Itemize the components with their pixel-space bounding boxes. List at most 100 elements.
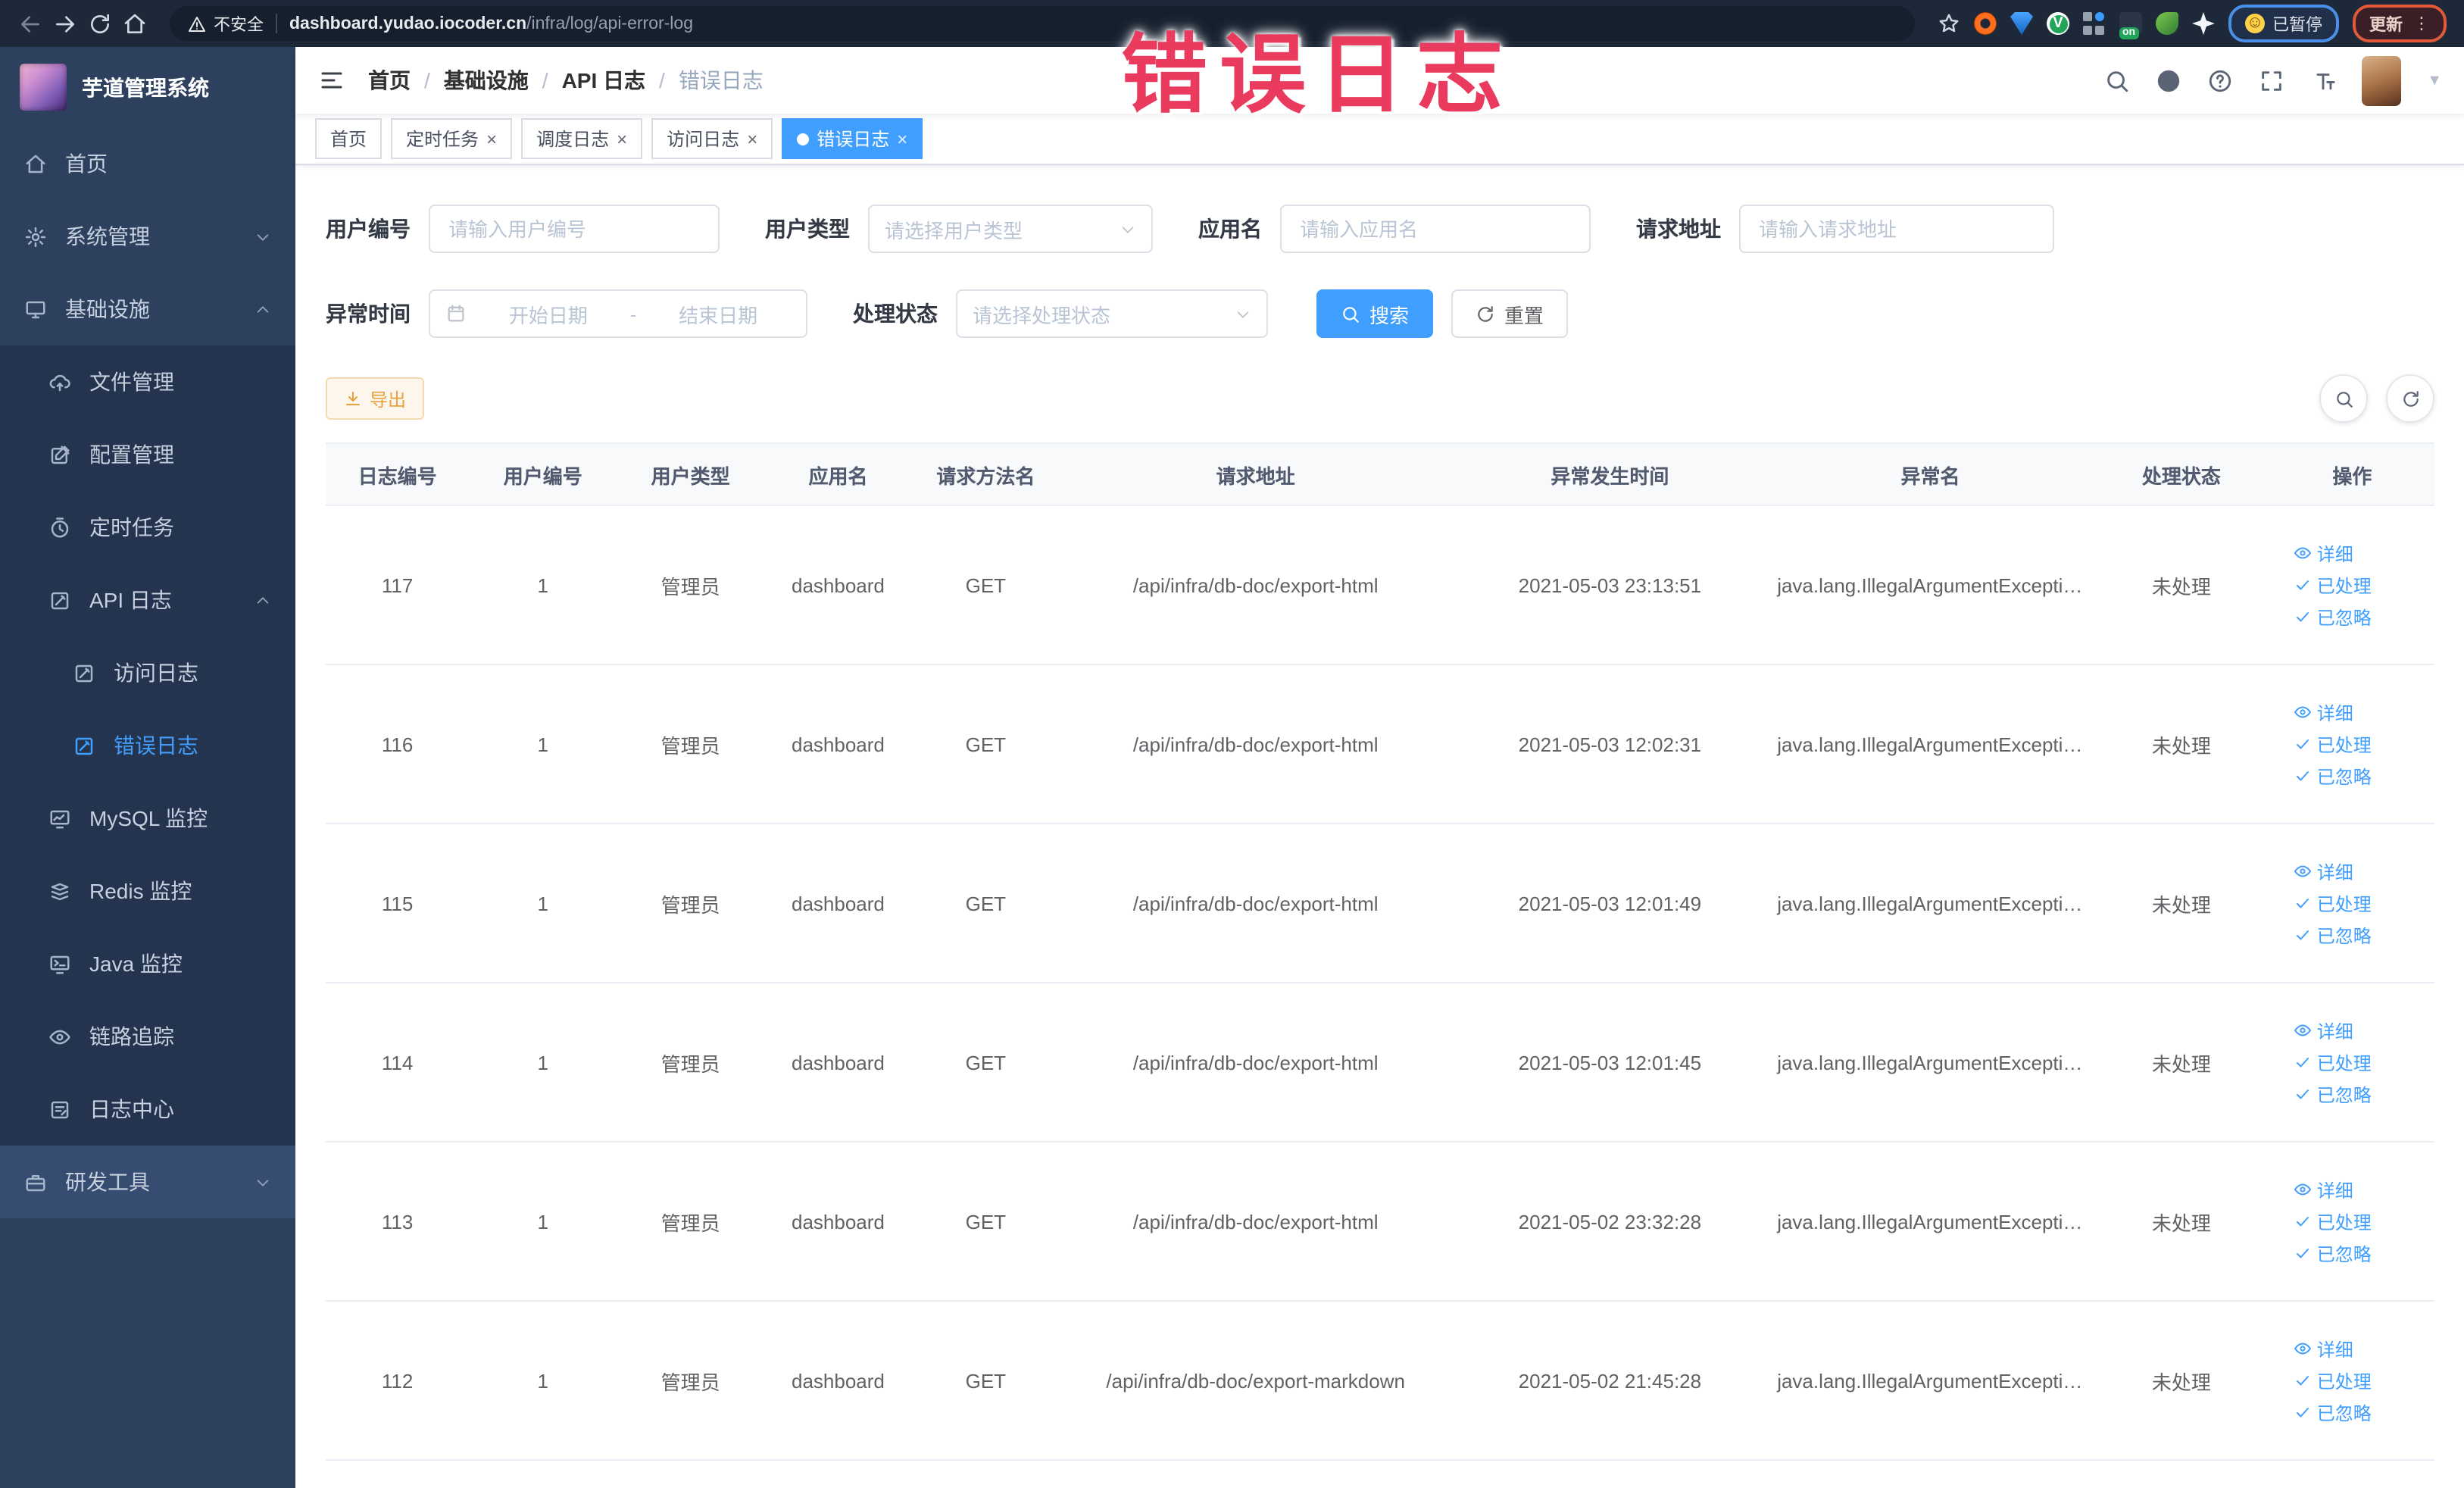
- tab-access-log[interactable]: 访问日志 ×: [651, 118, 773, 159]
- table-row[interactable]: 114 1 管理员 dashboard GET/api/infra/db-doc/exp…: [326, 983, 2434, 1143]
- extension-shield-icon[interactable]: [2010, 12, 2033, 35]
- close-icon[interactable]: ×: [617, 130, 627, 148]
- font-size-icon[interactable]: [2310, 67, 2336, 93]
- action-detail-link[interactable]: 详细: [2294, 540, 2353, 566]
- browser-update-button[interactable]: 更新 ⋮: [2353, 5, 2447, 42]
- user-type-select[interactable]: 请选择用户类型: [868, 205, 1153, 253]
- sidebar-item-log-center[interactable]: 日志中心: [0, 1073, 295, 1146]
- avatar-caret-down-icon[interactable]: ▼: [2427, 72, 2442, 89]
- check-icon: [2294, 608, 2313, 626]
- search-button[interactable]: 搜索: [1316, 289, 1434, 338]
- sidebar-item-label: 文件管理: [89, 370, 174, 394]
- action-processed-link[interactable]: 已处理: [2294, 1208, 2372, 1234]
- sidebar-item-home[interactable]: 首页: [0, 127, 295, 200]
- sidebar-item-dev-tools[interactable]: 研发工具: [0, 1146, 295, 1218]
- user-avatar[interactable]: [2362, 55, 2402, 105]
- sidebar-item-error-log[interactable]: 错误日志: [0, 709, 295, 782]
- breadcrumb-home[interactable]: 首页: [368, 65, 411, 95]
- action-detail-link[interactable]: 详细: [2294, 858, 2353, 884]
- request-url-field[interactable]: [1756, 216, 2038, 242]
- close-icon[interactable]: ×: [747, 130, 757, 148]
- docpen-icon: [73, 661, 95, 684]
- sidebar-item-scheduled-tasks[interactable]: 定时任务: [0, 491, 295, 564]
- action-processed-link[interactable]: 已处理: [2294, 572, 2372, 598]
- sidebar-item-api-log[interactable]: API 日志: [0, 564, 295, 636]
- sidebar-item-infrastructure[interactable]: 基础设施: [0, 273, 295, 345]
- sidebar-item-access-log[interactable]: 访问日志: [0, 636, 295, 709]
- table-row[interactable]: 112 1 管理员 dashboard GET/api/infra/db-doc/exp…: [326, 1301, 2434, 1461]
- browser-menu-dots-icon[interactable]: ⋮: [2413, 14, 2430, 33]
- sidebar-item-label: 基础设施: [65, 297, 150, 321]
- sidebar-toggle-icon[interactable]: [318, 67, 345, 94]
- app-logo[interactable]: 芋道管理系统: [0, 47, 295, 127]
- extension-on-badge-icon[interactable]: on: [2119, 12, 2142, 39]
- sidebar-item-config-mgmt[interactable]: 配置管理: [0, 418, 295, 491]
- sidebar-item-tracing[interactable]: 链路追踪: [0, 1000, 295, 1073]
- table-row[interactable]: 116 1 管理员 dashboard GET/api/infra/db-doc/exp…: [326, 664, 2434, 824]
- breadcrumb-infrastructure[interactable]: 基础设施: [444, 65, 529, 95]
- url-host: dashboard.yudao.iocoder.cn: [289, 14, 527, 33]
- breadcrumb-api-log[interactable]: API 日志: [562, 65, 645, 95]
- action-ignored-link[interactable]: 已忽略: [2294, 1240, 2372, 1266]
- action-detail-link[interactable]: 详细: [2294, 699, 2353, 725]
- github-icon[interactable]: [2156, 67, 2181, 93]
- export-button[interactable]: 导出: [326, 377, 425, 420]
- user-id-field[interactable]: [445, 216, 703, 242]
- browser-forward-icon[interactable]: [53, 11, 77, 36]
- request-url-input[interactable]: [1739, 205, 2054, 253]
- action-processed-link[interactable]: 已处理: [2294, 1368, 2372, 1393]
- sidebar-item-label: 错误日志: [114, 733, 198, 758]
- extension-leaf-icon[interactable]: [2156, 12, 2178, 35]
- action-detail-link[interactable]: 详细: [2294, 1336, 2353, 1361]
- action-detail-link[interactable]: 详细: [2294, 1018, 2353, 1043]
- browser-home-icon[interactable]: [123, 11, 147, 36]
- table-row[interactable]: 115 1 管理员 dashboard GET/api/infra/db-doc/exp…: [326, 824, 2434, 983]
- sidebar-item-file-mgmt[interactable]: 文件管理: [0, 345, 295, 418]
- address-bar[interactable]: 不安全 dashboard.yudao.iocoder.cn/infra/log…: [170, 6, 1915, 41]
- extension-orange-icon[interactable]: [1974, 12, 1997, 35]
- sidebar-item-system-mgmt[interactable]: 系统管理: [0, 200, 295, 273]
- browser-reload-icon[interactable]: [88, 11, 112, 36]
- tab-home[interactable]: 首页: [315, 118, 383, 159]
- close-icon[interactable]: ×: [486, 130, 497, 148]
- app-name-input[interactable]: [1280, 205, 1591, 253]
- tab-error-log[interactable]: 错误日志 ×: [782, 118, 923, 159]
- action-ignored-link[interactable]: 已忽略: [2294, 922, 2372, 948]
- extension-paused-badge[interactable]: ☺ 已暂停: [2228, 5, 2339, 42]
- cell-status: 未处理: [2092, 1301, 2270, 1461]
- fullscreen-icon[interactable]: [2259, 67, 2284, 93]
- action-detail-link[interactable]: 详细: [2294, 1177, 2353, 1202]
- security-badge[interactable]: 不安全: [188, 11, 264, 36]
- close-icon[interactable]: ×: [897, 130, 907, 148]
- bookmark-star-icon[interactable]: [1938, 12, 1960, 35]
- extension-pinwheel-icon[interactable]: [2192, 12, 2215, 35]
- tab-schedule-log[interactable]: 调度日志 ×: [521, 118, 643, 159]
- action-processed-link[interactable]: 已处理: [2294, 731, 2372, 757]
- refresh-table-button[interactable]: [2386, 374, 2434, 423]
- sidebar-item-java-monitor[interactable]: Java 监控: [0, 927, 295, 1000]
- app-name-field[interactable]: [1297, 216, 1574, 242]
- tab-scheduled-tasks[interactable]: 定时任务 ×: [391, 118, 513, 159]
- action-processed-link[interactable]: 已处理: [2294, 890, 2372, 916]
- action-ignored-link[interactable]: 已忽略: [2294, 1081, 2372, 1107]
- extension-grid-icon[interactable]: [2083, 12, 2106, 35]
- user-id-input[interactable]: [429, 205, 720, 253]
- status-select[interactable]: 请选择处理状态: [956, 289, 1268, 338]
- cell-time: 2021-05-02 23:32:28: [1451, 1142, 1769, 1302]
- column-header: 日志编号: [326, 442, 470, 506]
- extension-v-icon[interactable]: V: [2047, 12, 2069, 35]
- action-processed-link[interactable]: 已处理: [2294, 1049, 2372, 1075]
- table-row[interactable]: 117 1 管理员 dashboard GET/api/infra/db-doc/exp…: [326, 505, 2434, 665]
- action-ignored-link[interactable]: 已忽略: [2294, 763, 2372, 789]
- search-icon[interactable]: [2104, 67, 2130, 93]
- action-ignored-link[interactable]: 已忽略: [2294, 604, 2372, 630]
- sidebar-item-redis-monitor[interactable]: Redis 监控: [0, 855, 295, 927]
- toggle-search-button[interactable]: [2319, 374, 2368, 423]
- browser-back-icon[interactable]: [18, 11, 42, 36]
- action-ignored-link[interactable]: 已忽略: [2294, 1399, 2372, 1425]
- reset-button[interactable]: 重置: [1451, 289, 1569, 338]
- help-icon[interactable]: [2207, 67, 2233, 93]
- sidebar-item-mysql-monitor[interactable]: MySQL 监控: [0, 782, 295, 855]
- table-row[interactable]: 113 1 管理员 dashboard GET/api/infra/db-doc/exp…: [326, 1142, 2434, 1302]
- date-range-picker[interactable]: 开始日期 - 结束日期: [429, 289, 807, 338]
